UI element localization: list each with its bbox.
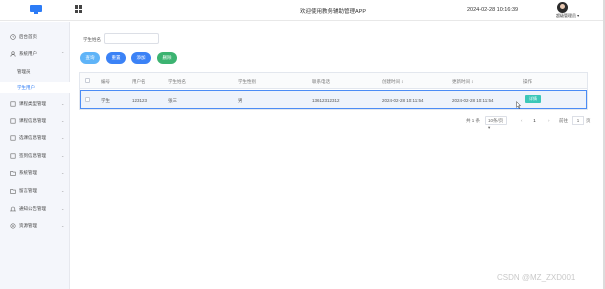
- sidebar-item-notices[interactable]: 通知公告管理 ⌄: [0, 203, 70, 215]
- search-label: 学生姓名: [83, 37, 101, 42]
- monitor-icon: [30, 5, 42, 14]
- cell-username: 123123: [132, 98, 148, 103]
- detail-button[interactable]: 详情: [525, 95, 541, 103]
- top-bar: 欢迎使用教务辅助管理APP 2024-02-28 10:16:39 超级管理员 …: [0, 0, 603, 21]
- pagination-total: 共 1 条: [466, 118, 481, 123]
- page-number-current[interactable]: 1: [530, 116, 539, 125]
- cell-id: 学生: [101, 98, 110, 103]
- column-header: 学生姓名: [168, 79, 186, 84]
- table-row[interactable]: 学生 123123 张三 男 13612312312 2024-02-28 10…: [80, 90, 587, 109]
- column-header-sortable[interactable]: 创建时间 ↕: [382, 79, 404, 85]
- row-checkbox[interactable]: [85, 97, 90, 102]
- folder-icon: [10, 189, 16, 194]
- folder-icon: [10, 171, 16, 176]
- chevron-down-icon: ⌄: [61, 188, 65, 193]
- chevron-down-icon: ⌄: [61, 101, 65, 106]
- table-header: 编号 用户名 学生姓名 学生性别 联系电话 创建时间 ↕ 更新时间 ↕ 操作: [80, 73, 587, 89]
- goto-page-input[interactable]: 1: [572, 116, 584, 125]
- sidebar-item-system-users[interactable]: 系统用户 ⌃: [0, 48, 70, 60]
- sidebar-item-course-info[interactable]: 课程信息管理 ⌄: [0, 115, 70, 127]
- sidebar-item-label: 留言管理: [19, 188, 37, 193]
- prev-page-button[interactable]: ‹: [521, 118, 523, 127]
- sidebar-item-label: 通知公告管理: [19, 206, 46, 211]
- sidebar-item-home[interactable]: 后台首页: [0, 31, 70, 43]
- sidebar-item-label: 后台首页: [19, 34, 37, 39]
- chevron-down-icon: ⌄: [61, 223, 65, 228]
- datetime-display: 2024-02-28 10:16:39: [467, 7, 519, 13]
- sidebar: 后台首页 系统用户 ⌃ 管理员 学生用户 课程类型管理 ⌄ 课程信息管理 ⌄ 选…: [0, 22, 70, 289]
- chevron-down-icon: ⌄: [61, 153, 65, 158]
- sidebar-item-label: 课程信息管理: [19, 118, 46, 123]
- sidebar-item-attendance[interactable]: 签到信息管理 ⌄: [0, 150, 70, 162]
- bell-icon: [10, 206, 16, 212]
- watermark: CSDN @MZ_ZXD001: [497, 273, 576, 282]
- cell-gender: 男: [238, 98, 243, 103]
- student-name-input[interactable]: [104, 33, 159, 44]
- sidebar-item-label: 签到信息管理: [19, 153, 46, 158]
- sidebar-subitem-label: 管理员: [17, 69, 31, 74]
- app-grid-icon[interactable]: [75, 5, 83, 13]
- book-icon: [10, 135, 16, 141]
- avatar[interactable]: [557, 2, 568, 13]
- column-header: 操作: [523, 79, 532, 84]
- cell-updated: 2024-02-28 10:11:54: [452, 98, 494, 103]
- settings-icon: [10, 223, 16, 229]
- sidebar-item-course-selection[interactable]: 选课信息管理 ⌄: [0, 132, 70, 144]
- student-table: 编号 用户名 学生姓名 学生性别 联系电话 创建时间 ↕ 更新时间 ↕ 操作 学…: [79, 72, 588, 110]
- clock-icon: [10, 34, 16, 40]
- chevron-up-icon: ⌃: [61, 51, 65, 56]
- goto-label: 前往: [559, 118, 568, 123]
- select-all-checkbox[interactable]: [85, 78, 90, 83]
- add-button[interactable]: 添加: [131, 52, 151, 64]
- column-header-sortable[interactable]: 更新时间 ↕: [452, 79, 474, 85]
- column-header: 用户名: [132, 79, 146, 84]
- book-icon: [10, 118, 16, 124]
- sidebar-item-label: 选课信息管理: [19, 135, 46, 140]
- chevron-down-icon: ⌄: [61, 170, 65, 175]
- chevron-down-icon: ⌄: [61, 135, 65, 140]
- user-menu[interactable]: 超级管理员 ▾: [556, 13, 579, 19]
- sidebar-item-label: 资源管理: [19, 223, 37, 228]
- book-icon: [10, 101, 16, 107]
- page-size-select[interactable]: 10条/页 ▾: [485, 116, 507, 130]
- sidebar-item-course-types[interactable]: 课程类型管理 ⌄: [0, 98, 70, 110]
- delete-button[interactable]: 删除: [157, 52, 177, 64]
- cell-created: 2024-02-28 10:11:54: [382, 98, 424, 103]
- reset-button[interactable]: 重置: [106, 52, 126, 64]
- sidebar-item-label: 系统管理: [19, 170, 37, 175]
- sidebar-subitem-label: 学生用户: [17, 85, 35, 90]
- mouse-cursor-icon: [516, 101, 521, 109]
- sidebar-item-messages[interactable]: 留言管理 ⌄: [0, 185, 70, 197]
- sidebar-subitem-admin[interactable]: 管理员: [0, 66, 70, 77]
- sidebar-item-label: 系统用户: [19, 51, 37, 56]
- sidebar-item-resources[interactable]: 资源管理 ⌄: [0, 220, 70, 232]
- column-header: 编号: [101, 79, 110, 84]
- user-icon: [10, 51, 16, 57]
- sidebar-item-label: 课程类型管理: [19, 101, 46, 106]
- app-title: 欢迎使用教务辅助管理APP: [300, 9, 367, 15]
- book-icon: [10, 153, 16, 159]
- chevron-down-icon: ⌄: [61, 206, 65, 211]
- query-button[interactable]: 查询: [80, 52, 100, 64]
- sidebar-item-system[interactable]: 系统管理 ⌄: [0, 167, 70, 179]
- cell-name: 张三: [168, 98, 177, 103]
- column-header: 学生性别: [238, 79, 256, 84]
- next-page-button[interactable]: ›: [548, 118, 550, 127]
- chevron-down-icon: ⌄: [61, 118, 65, 123]
- sidebar-subitem-students[interactable]: 学生用户: [0, 82, 70, 93]
- cell-phone: 13612312312: [312, 98, 340, 103]
- column-header: 联系电话: [312, 79, 330, 84]
- goto-suffix: 页: [586, 118, 591, 123]
